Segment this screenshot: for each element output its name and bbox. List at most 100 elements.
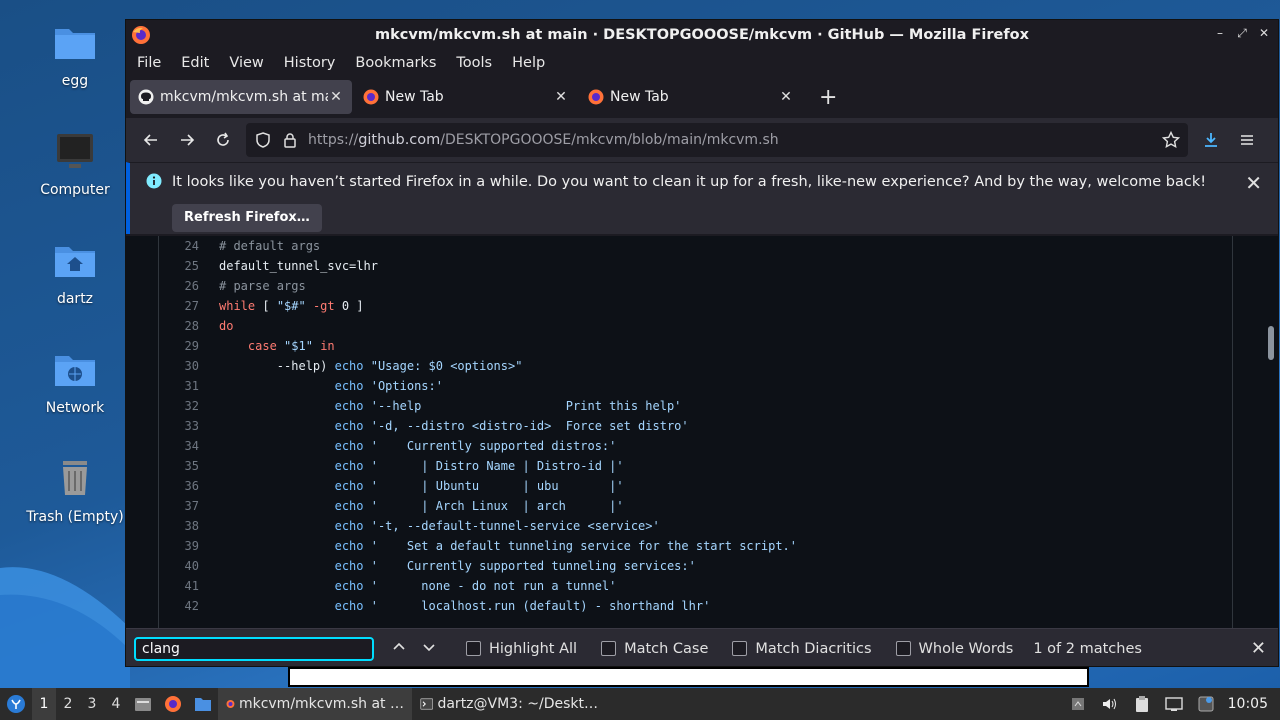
highlight-all-checkbox[interactable]: Highlight All — [466, 641, 577, 657]
match-diacritics-checkbox[interactable]: Match Diacritics — [732, 641, 872, 657]
hamburger-menu-icon[interactable] — [1232, 125, 1262, 155]
line-number[interactable]: 34 — [159, 439, 199, 453]
code-line: 29 case "$1" in — [159, 336, 1232, 356]
desktop-icon-egg[interactable]: egg — [20, 19, 130, 89]
line-number[interactable]: 37 — [159, 499, 199, 513]
code-text: echo 'Options:' — [334, 379, 443, 393]
firefox-launcher-icon[interactable] — [158, 695, 188, 713]
trash-icon — [63, 461, 87, 495]
line-number[interactable]: 29 — [159, 339, 199, 353]
find-close-icon[interactable]: ✕ — [1251, 638, 1266, 659]
code-text: echo ' Set a default tunneling service f… — [334, 539, 797, 553]
tab-title: mkcvm/mkcvm.sh at main · DESKTOPGOOOSE/m… — [160, 89, 328, 105]
minimize-icon[interactable]: – — [1214, 26, 1226, 40]
line-number[interactable]: 25 — [159, 259, 199, 273]
menu-view[interactable]: View — [229, 55, 263, 71]
line-number[interactable]: 36 — [159, 479, 199, 493]
github-icon — [138, 89, 154, 105]
back-icon[interactable] — [136, 125, 166, 155]
workspace-1[interactable]: 1 — [32, 688, 56, 720]
taskbar-task-terminal[interactable]: dartz@VM3: ~/Deskt… — [412, 688, 606, 720]
forward-icon[interactable] — [172, 125, 202, 155]
tab-close-icon[interactable]: ✕ — [553, 89, 569, 105]
close-icon[interactable]: ✕ — [1258, 26, 1270, 40]
menu-history[interactable]: History — [284, 55, 336, 71]
desktop-icon-trash[interactable]: Trash (Empty) — [20, 455, 130, 525]
code-line: 27 while [ "$#" -gt 0 ] — [159, 296, 1232, 316]
line-number[interactable]: 31 — [159, 379, 199, 393]
desktop-icon-label: egg — [61, 73, 89, 89]
tab-new-tab-1[interactable]: New Tab ✕ — [355, 80, 577, 114]
menu-tools[interactable]: Tools — [456, 55, 492, 71]
code-text: case "$1" in — [247, 339, 335, 353]
shield-icon[interactable] — [254, 131, 272, 149]
scrollbar[interactable] — [1268, 326, 1274, 360]
tab-new-tab-2[interactable]: New Tab ✕ — [580, 80, 802, 114]
tray-up-icon[interactable] — [1062, 696, 1094, 712]
line-number[interactable]: 42 — [159, 599, 199, 613]
whole-words-checkbox[interactable]: Whole Words — [895, 640, 1014, 657]
find-previous-icon[interactable] — [392, 640, 406, 658]
workspace-4[interactable]: 4 — [104, 696, 128, 712]
window-controls: – ⤢ ✕ — [1214, 26, 1270, 40]
code-view[interactable]: 24 # default args 25 default_tunnel_svc=lhr… — [158, 236, 1233, 628]
title-bar[interactable]: mkcvm/mkcvm.sh at main · DESKTOPGOOOSE/m… — [126, 20, 1278, 50]
menu-edit[interactable]: Edit — [181, 55, 209, 71]
code-line: 34 echo ' Currently supported distros:' — [159, 436, 1232, 456]
menu-help[interactable]: Help — [512, 55, 545, 71]
folder-launcher-icon[interactable] — [188, 696, 218, 712]
line-number[interactable]: 40 — [159, 559, 199, 573]
address-bar[interactable]: https://github.com/DESKTOPGOOOSE/mkcvm/b… — [246, 123, 1188, 157]
find-input[interactable] — [134, 636, 374, 661]
line-number[interactable]: 38 — [159, 519, 199, 533]
line-number[interactable]: 32 — [159, 399, 199, 413]
line-number[interactable]: 41 — [159, 579, 199, 593]
find-next-icon[interactable] — [422, 640, 436, 658]
notification-close-icon[interactable]: ✕ — [1245, 171, 1262, 195]
tab-close-icon[interactable]: ✕ — [328, 89, 344, 105]
firefox-window: mkcvm/mkcvm.sh at main · DESKTOPGOOOSE/m… — [125, 19, 1279, 667]
line-number[interactable]: 39 — [159, 539, 199, 553]
clipboard-icon[interactable] — [1126, 695, 1158, 713]
line-number[interactable]: 27 — [159, 299, 199, 313]
navigation-bar: https://github.com/DESKTOPGOOOSE/mkcvm/b… — [126, 118, 1278, 162]
taskbar-task-firefox[interactable]: mkcvm/mkcvm.sh at … — [218, 688, 412, 720]
updates-icon[interactable] — [1190, 696, 1222, 712]
tab-close-icon[interactable]: ✕ — [778, 89, 794, 105]
bookmark-star-icon[interactable] — [1162, 131, 1180, 149]
line-number[interactable]: 24 — [159, 239, 199, 253]
network-tray-icon[interactable] — [1158, 696, 1190, 712]
match-case-checkbox[interactable]: Match Case — [601, 641, 708, 657]
line-number[interactable]: 26 — [159, 279, 199, 293]
refresh-firefox-button[interactable]: Refresh Firefox… — [172, 204, 322, 232]
line-number[interactable]: 30 — [159, 359, 199, 373]
line-number[interactable]: 35 — [159, 459, 199, 473]
lock-icon[interactable] — [282, 132, 298, 148]
desktop-icon-dartz[interactable]: dartz — [20, 237, 130, 307]
menu-bookmarks[interactable]: Bookmarks — [355, 55, 436, 71]
workspace-2[interactable]: 2 — [56, 696, 80, 712]
line-number[interactable]: 28 — [159, 319, 199, 333]
menu-file[interactable]: File — [137, 55, 161, 71]
start-menu-icon[interactable] — [0, 694, 32, 714]
volume-icon[interactable] — [1094, 696, 1126, 712]
checkbox-label: Highlight All — [489, 640, 578, 657]
code-text: echo ' Currently supported distros:' — [334, 439, 617, 453]
code-text: echo ' none - do not run a tunnel' — [334, 579, 617, 593]
downloads-icon[interactable] — [1196, 125, 1226, 155]
checkbox-label: Whole Words — [918, 640, 1014, 657]
firefox-icon — [588, 89, 604, 105]
file-manager-launcher-icon[interactable] — [128, 696, 158, 712]
url-host: github.com — [358, 132, 441, 148]
desktop-icon-network[interactable]: Network — [20, 346, 130, 416]
reload-icon[interactable] — [208, 125, 238, 155]
tab-bar: mkcvm/mkcvm.sh at main · DESKTOPGOOOSE/m… — [126, 76, 1278, 118]
desktop-icon-computer[interactable]: Computer — [20, 128, 130, 198]
line-number[interactable]: 33 — [159, 419, 199, 433]
workspace-3[interactable]: 3 — [80, 696, 104, 712]
new-tab-icon[interactable]: + — [819, 85, 837, 110]
network-folder-icon — [55, 356, 95, 386]
maximize-icon[interactable]: ⤢ — [1236, 26, 1248, 40]
tab-github[interactable]: mkcvm/mkcvm.sh at main · DESKTOPGOOOSE/m… — [130, 80, 352, 114]
window-title: mkcvm/mkcvm.sh at main · DESKTOPGOOOSE/m… — [375, 27, 1029, 43]
